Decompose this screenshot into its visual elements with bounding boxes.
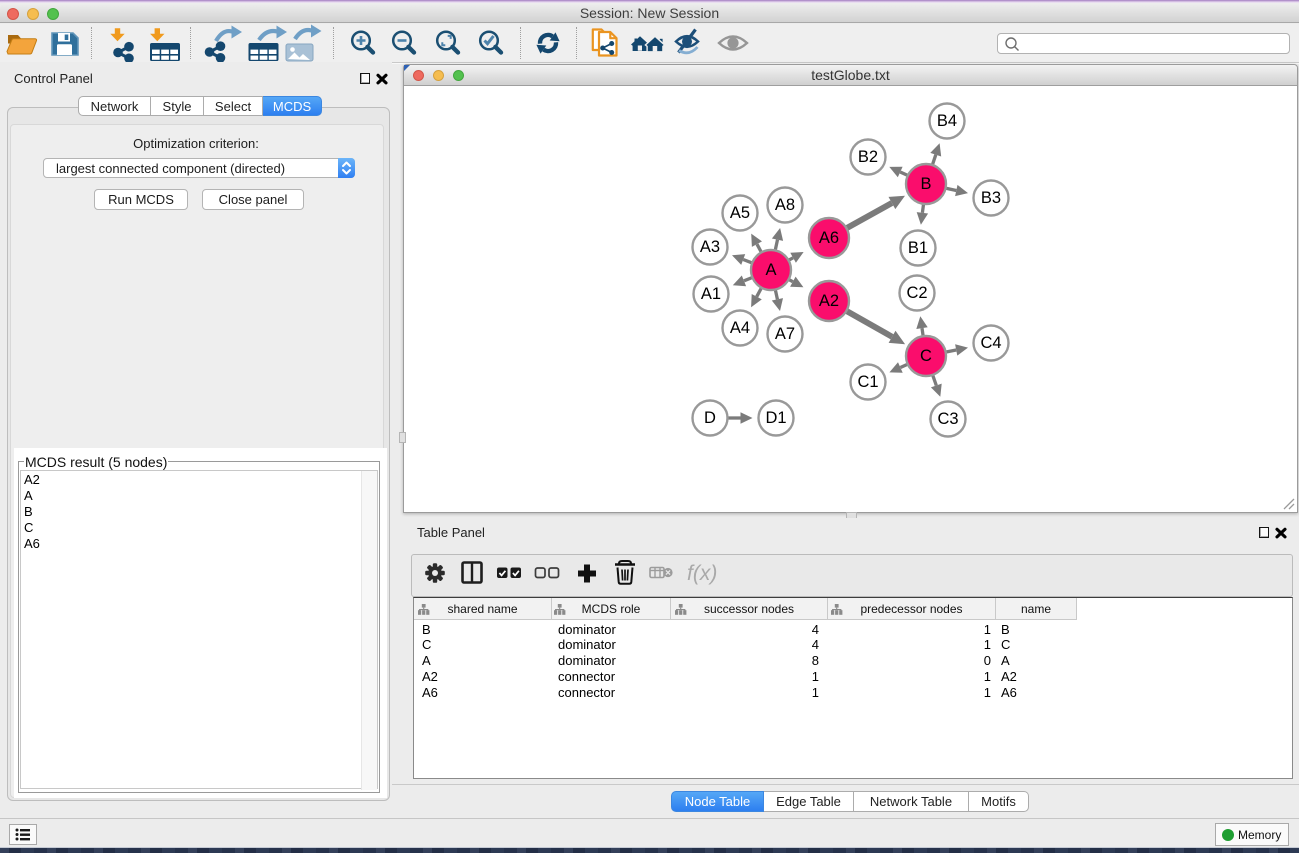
svg-text:f(x): f(x) bbox=[687, 562, 717, 585]
svg-text:C3: C3 bbox=[937, 410, 958, 428]
svg-text:A1: A1 bbox=[701, 285, 721, 303]
svg-text:A3: A3 bbox=[700, 238, 720, 256]
svg-text:C: C bbox=[920, 347, 932, 365]
svg-text:A5: A5 bbox=[730, 204, 750, 222]
svg-text:B: B bbox=[920, 175, 931, 193]
svg-text:A2: A2 bbox=[819, 292, 839, 310]
svg-text:A6: A6 bbox=[819, 229, 839, 247]
svg-text:B4: B4 bbox=[937, 112, 957, 130]
svg-text:A: A bbox=[765, 261, 776, 279]
svg-text:D: D bbox=[704, 409, 716, 427]
svg-text:B3: B3 bbox=[981, 189, 1001, 207]
svg-text:B1: B1 bbox=[908, 239, 928, 257]
svg-text:C1: C1 bbox=[857, 373, 878, 391]
svg-text:A7: A7 bbox=[775, 325, 795, 343]
svg-text:A4: A4 bbox=[730, 319, 750, 337]
svg-text:B2: B2 bbox=[858, 148, 878, 166]
svg-text:A8: A8 bbox=[775, 196, 795, 214]
svg-text:C2: C2 bbox=[906, 284, 927, 302]
svg-text:C4: C4 bbox=[980, 334, 1001, 352]
svg-text:D1: D1 bbox=[765, 409, 786, 427]
